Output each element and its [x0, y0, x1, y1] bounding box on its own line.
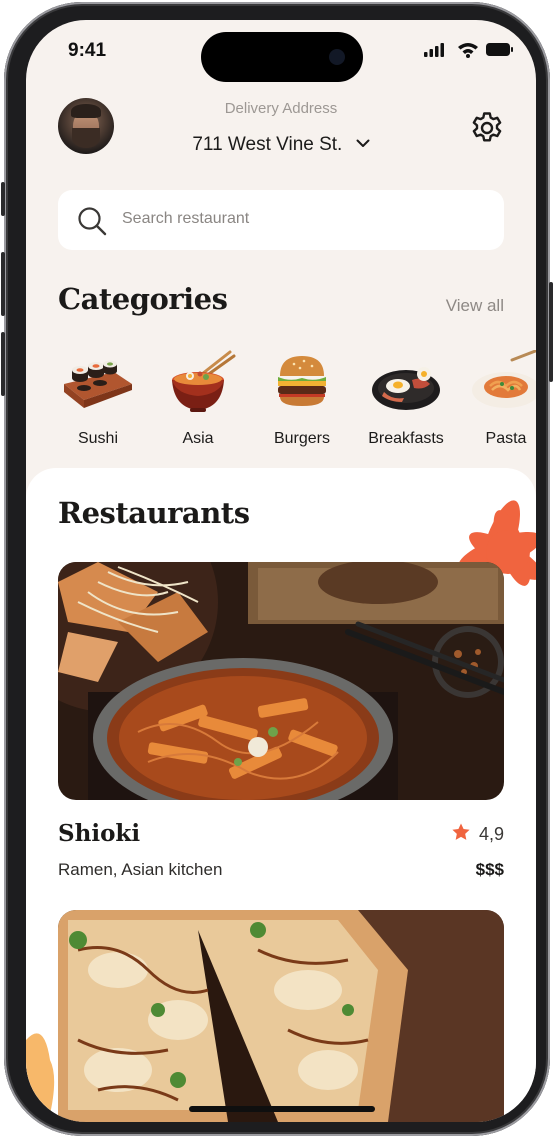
sushi-icon	[50, 350, 146, 416]
category-list: Sushi Asia Burgers Breakfasts Pasta	[26, 349, 536, 450]
app-screen: 9:41 Delivery Address 711 West Vine St. …	[26, 20, 536, 1122]
home-indicator[interactable]	[189, 1106, 375, 1112]
star-icon	[451, 822, 471, 847]
battery-icon	[486, 43, 513, 56]
restaurant-card-image[interactable]	[58, 562, 504, 800]
delivery-address-label: Delivery Address	[224, 100, 338, 117]
category-label: Asia	[182, 430, 214, 447]
decorative-blob-shape	[26, 1020, 66, 1122]
restaurants-heading: Restaurants	[58, 496, 250, 530]
view-all-link[interactable]: View all	[446, 296, 504, 316]
noodle-bowl-icon	[150, 350, 246, 416]
categories-heading: Categories	[58, 282, 228, 316]
status-time: 9:41	[68, 40, 107, 61]
restaurant-price-level: $$$	[475, 860, 504, 879]
category-label: Sushi	[77, 430, 119, 447]
category-label: Pasta	[485, 430, 527, 447]
search-input[interactable]: Search restaurant	[122, 210, 249, 228]
category-label: Breakfasts	[368, 430, 444, 447]
search-icon	[76, 205, 108, 242]
pasta-plate-icon	[458, 349, 536, 416]
burger-icon	[254, 350, 350, 416]
category-pasta[interactable]: Pasta	[458, 349, 536, 448]
restaurant-rating: 4,9	[451, 822, 504, 847]
delivery-address-value: 711 West Vine St.	[192, 134, 343, 155]
breakfast-plate-icon	[358, 350, 454, 416]
status-bar: 9:41	[26, 20, 536, 82]
rating-value: 4,9	[478, 824, 504, 844]
search-bar[interactable]: Search restaurant	[58, 190, 504, 250]
category-asia[interactable]: Asia	[150, 350, 246, 448]
chevron-down-icon	[356, 132, 370, 154]
category-burgers[interactable]: Burgers	[254, 350, 350, 448]
category-sushi[interactable]: Sushi	[50, 350, 146, 448]
category-breakfasts[interactable]: Breakfasts	[358, 350, 454, 448]
delivery-address-selector[interactable]: 711 West Vine St.	[26, 132, 536, 156]
restaurant-name[interactable]: Shioki	[58, 820, 140, 847]
signal-icon	[424, 43, 444, 57]
wifi-icon	[458, 43, 478, 58]
restaurant-cuisine: Ramen, Asian kitchen	[58, 860, 223, 879]
restaurant-card-image[interactable]	[58, 910, 504, 1122]
dynamic-island	[201, 32, 363, 82]
settings-gear-icon[interactable]	[469, 110, 505, 146]
phone-frame: 9:41 Delivery Address 711 West Vine St. …	[1, 2, 553, 1136]
category-label: Burgers	[273, 430, 331, 447]
status-icons	[424, 42, 514, 58]
